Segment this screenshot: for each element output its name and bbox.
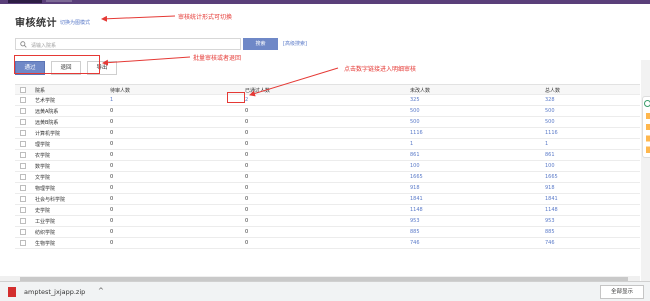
download-bar: amptest_jxjapp.zip ^ 全部显示 [0,281,650,301]
zip-file-icon [8,287,16,297]
show-all-downloads-button[interactable]: 全部显示 [600,285,644,299]
chevron-up-icon[interactable]: ^ [98,287,104,295]
side-widget[interactable] [642,96,650,158]
side-widget-stripe-icon [646,113,650,153]
arrow-detail [249,67,339,97]
arrow-batch [102,56,191,66]
arrow-switch [101,15,176,22]
download-filename: amptest_jxjapp.zip [24,288,86,296]
side-widget-icon [644,100,650,107]
annotation-arrows [101,15,339,97]
download-item[interactable]: amptest_jxjapp.zip ^ [4,284,116,300]
vertical-scrollbar[interactable] [641,60,650,281]
